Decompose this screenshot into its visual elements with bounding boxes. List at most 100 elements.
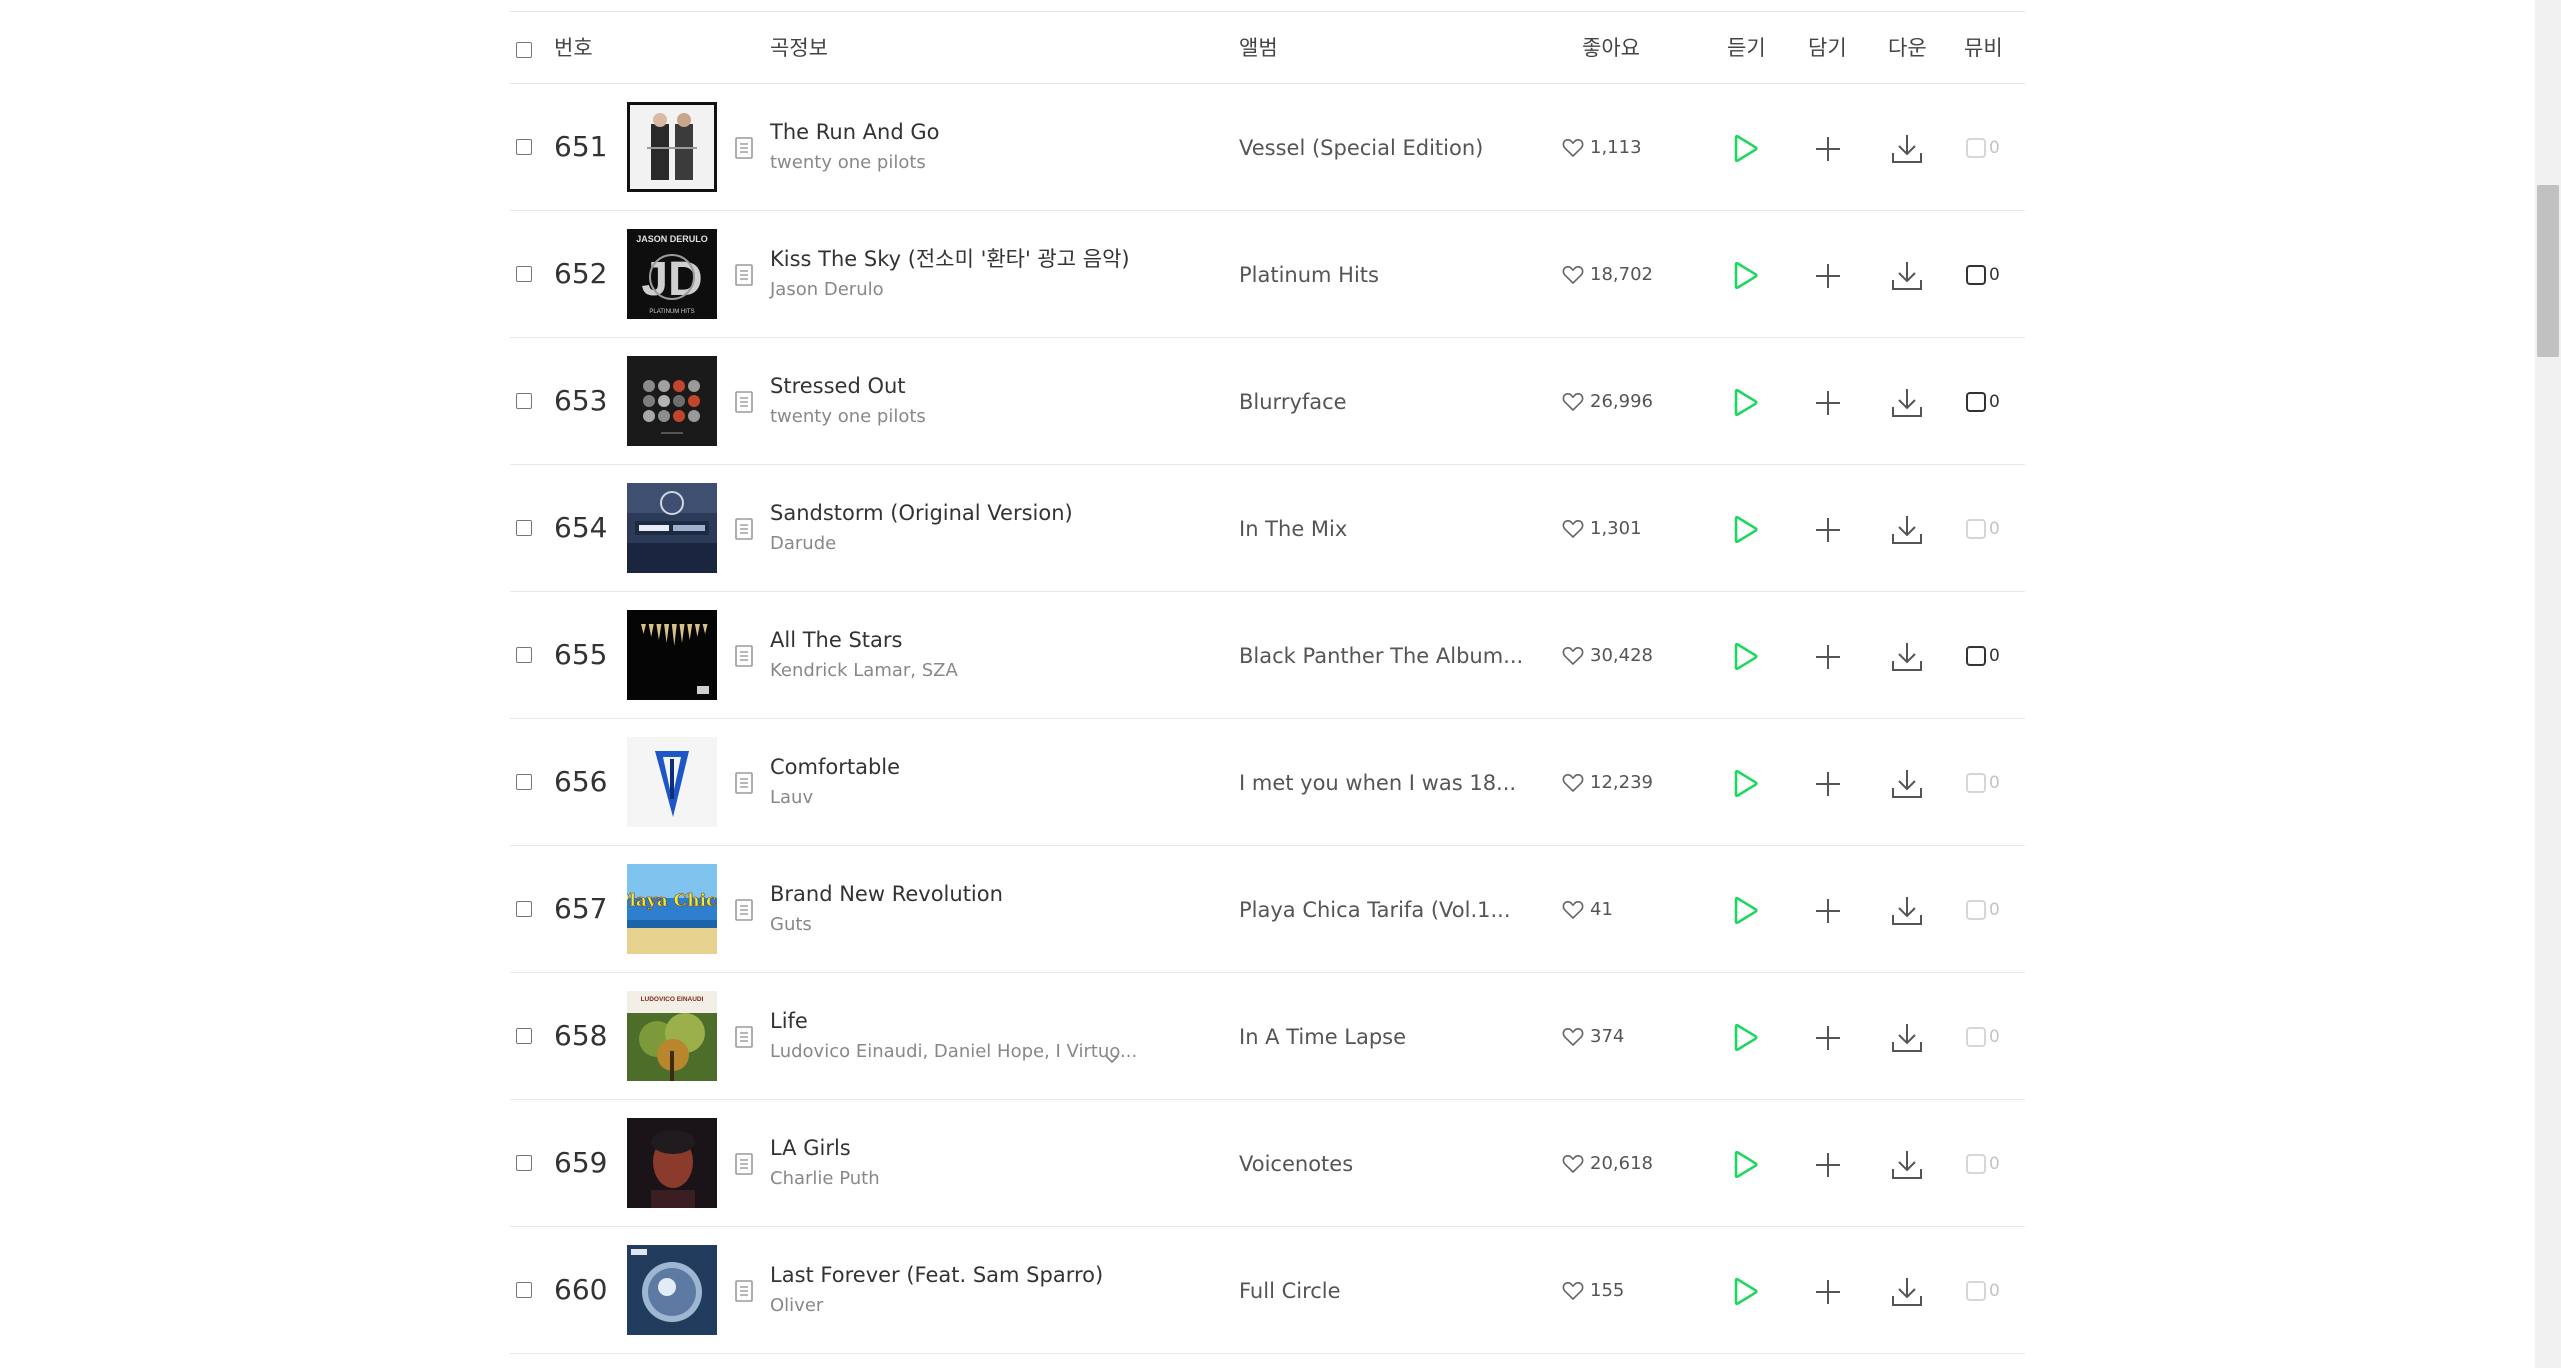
artist-name[interactable]: Guts — [770, 913, 812, 937]
artist-name[interactable]: Charlie Puth — [770, 1167, 880, 1191]
artist-name[interactable]: twenty one pilots — [770, 151, 926, 175]
download-button[interactable] — [1890, 1276, 1924, 1308]
song-title[interactable]: All The Stars — [770, 626, 902, 654]
album-name[interactable]: Vessel (Special Edition) — [1239, 134, 1483, 162]
chevron-down-icon[interactable] — [1104, 1050, 1120, 1064]
row-checkbox[interactable] — [516, 774, 532, 790]
add-to-playlist-button[interactable] — [1814, 262, 1842, 290]
play-button[interactable] — [1731, 769, 1759, 799]
album-name[interactable]: Platinum Hits — [1239, 261, 1379, 289]
song-title[interactable]: Stressed Out — [770, 372, 906, 400]
song-title[interactable]: Kiss The Sky (전소미 '환타' 광고 음악) — [770, 245, 1130, 273]
scrollbar-track[interactable] — [2535, 0, 2561, 1368]
add-to-playlist-button[interactable] — [1814, 770, 1842, 798]
song-detail-icon[interactable] — [734, 898, 754, 922]
download-button[interactable] — [1890, 133, 1924, 165]
album-cover[interactable]: JASON DERULO JD PLATINUM HITS — [627, 229, 717, 319]
play-button[interactable] — [1731, 1150, 1759, 1180]
row-checkbox[interactable] — [516, 1028, 532, 1044]
album-name[interactable]: Voicenotes — [1239, 1150, 1353, 1178]
song-detail-icon[interactable] — [734, 136, 754, 160]
artist-name[interactable]: Lauv — [770, 786, 813, 810]
album-cover[interactable] — [627, 356, 717, 446]
add-to-playlist-button[interactable] — [1814, 1278, 1842, 1306]
artist-name[interactable]: Ludovico Einaudi, Daniel Hope, I Virtuo.… — [770, 1040, 1137, 1064]
row-checkbox[interactable] — [516, 901, 532, 917]
row-checkbox[interactable] — [516, 266, 532, 282]
download-icon — [1890, 1024, 1924, 1058]
song-detail-icon[interactable] — [734, 263, 754, 287]
play-button[interactable] — [1731, 261, 1759, 291]
play-button[interactable] — [1731, 515, 1759, 545]
album-cover[interactable]: LUDOVICO EINAUDI — [627, 991, 717, 1081]
song-detail-icon[interactable] — [734, 1152, 754, 1176]
album-cover[interactable] — [627, 483, 717, 573]
song-title[interactable]: Sandstorm (Original Version) — [770, 499, 1073, 527]
row-checkbox[interactable] — [516, 647, 532, 663]
add-to-playlist-button[interactable] — [1814, 516, 1842, 544]
mv-button[interactable]: 0 — [1966, 390, 2006, 416]
album-name[interactable]: In The Mix — [1239, 515, 1347, 543]
album-cover[interactable] — [627, 1118, 717, 1208]
album-cover[interactable]: Playa Chica — [627, 864, 717, 954]
mv-button: 0 — [1966, 1025, 2006, 1051]
play-button[interactable] — [1731, 134, 1759, 164]
song-title[interactable]: Last Forever (Feat. Sam Sparro) — [770, 1261, 1103, 1289]
add-to-playlist-button[interactable] — [1814, 135, 1842, 163]
song-title[interactable]: Brand New Revolution — [770, 880, 1003, 908]
artist-name[interactable]: Darude — [770, 532, 836, 556]
album-cover[interactable] — [627, 610, 717, 700]
play-button[interactable] — [1731, 896, 1759, 926]
download-button[interactable] — [1890, 260, 1924, 292]
scrollbar-thumb[interactable] — [2537, 185, 2559, 357]
mv-button[interactable]: 0 — [1966, 263, 2006, 289]
download-button[interactable] — [1890, 768, 1924, 800]
song-detail-icon[interactable] — [734, 644, 754, 668]
add-to-playlist-button[interactable] — [1814, 389, 1842, 417]
album-cover[interactable] — [627, 1245, 717, 1335]
song-title[interactable]: The Run And Go — [770, 118, 939, 146]
album-name[interactable]: In A Time Lapse — [1239, 1023, 1406, 1051]
song-detail-icon[interactable] — [734, 771, 754, 795]
song-title[interactable]: Comfortable — [770, 753, 900, 781]
add-to-playlist-button[interactable] — [1814, 1151, 1842, 1179]
album-cover[interactable] — [627, 737, 717, 827]
album-name[interactable]: Black Panther The Album... — [1239, 642, 1523, 670]
download-button[interactable] — [1890, 387, 1924, 419]
artist-name[interactable]: twenty one pilots — [770, 405, 926, 429]
row-checkbox[interactable] — [516, 139, 532, 155]
album-cover[interactable] — [627, 102, 717, 192]
add-to-playlist-button[interactable] — [1814, 897, 1842, 925]
mv-button[interactable]: 0 — [1966, 644, 2006, 670]
row-checkbox[interactable] — [516, 393, 532, 409]
artist-name[interactable]: Oliver — [770, 1294, 823, 1318]
song-detail-icon[interactable] — [734, 1025, 754, 1049]
play-button[interactable] — [1731, 642, 1759, 672]
download-button[interactable] — [1890, 1022, 1924, 1054]
row-checkbox[interactable] — [516, 520, 532, 536]
download-button[interactable] — [1890, 641, 1924, 673]
album-name[interactable]: Blurryface — [1239, 388, 1347, 416]
song-title[interactable]: Life — [770, 1007, 808, 1035]
song-detail-icon[interactable] — [734, 1279, 754, 1303]
artist-name[interactable]: Kendrick Lamar, SZA — [770, 659, 958, 683]
artist-name[interactable]: Jason Derulo — [770, 278, 884, 302]
song-detail-icon[interactable] — [734, 517, 754, 541]
play-button[interactable] — [1731, 1277, 1759, 1307]
album-name[interactable]: Full Circle — [1239, 1277, 1341, 1305]
play-button[interactable] — [1731, 1023, 1759, 1053]
add-to-playlist-button[interactable] — [1814, 1024, 1842, 1052]
list-header: 번호 곡정보 앨범 좋아요 듣기 담기 다운 뮤비 — [510, 12, 2025, 84]
album-name[interactable]: I met you when I was 18... — [1239, 769, 1516, 797]
select-all-checkbox[interactable] — [516, 42, 532, 58]
download-button[interactable] — [1890, 514, 1924, 546]
download-button[interactable] — [1890, 895, 1924, 927]
download-button[interactable] — [1890, 1149, 1924, 1181]
add-to-playlist-button[interactable] — [1814, 643, 1842, 671]
album-name[interactable]: Playa Chica Tarifa (Vol.1... — [1239, 896, 1511, 924]
play-button[interactable] — [1731, 388, 1759, 418]
row-checkbox[interactable] — [516, 1282, 532, 1298]
song-detail-icon[interactable] — [734, 390, 754, 414]
row-checkbox[interactable] — [516, 1155, 532, 1171]
song-title[interactable]: LA Girls — [770, 1134, 851, 1162]
